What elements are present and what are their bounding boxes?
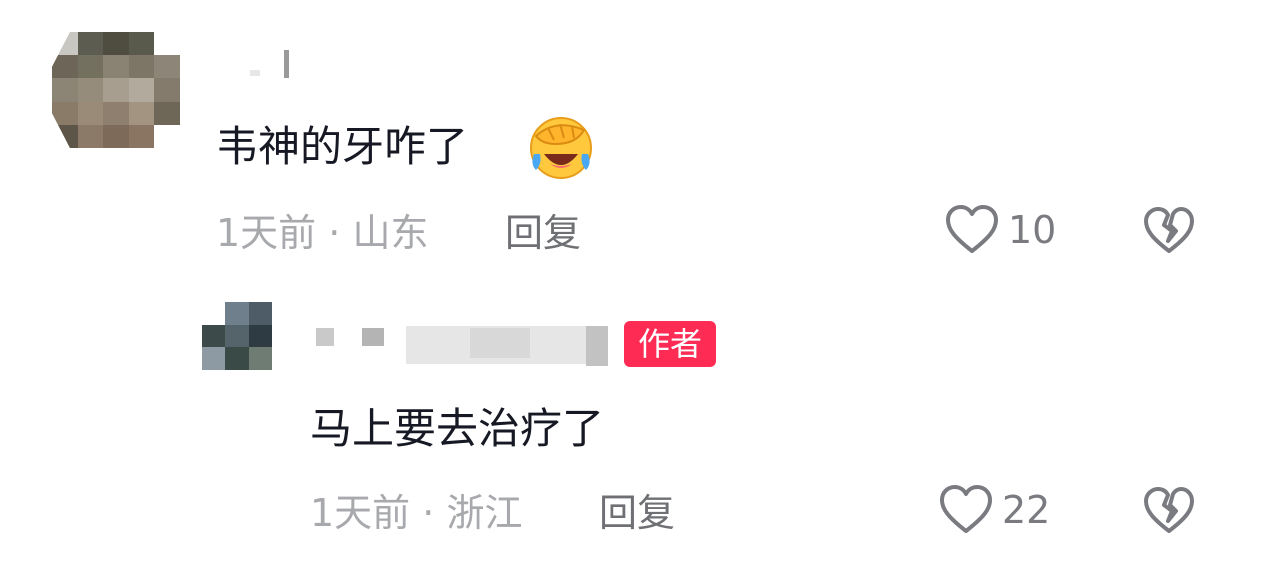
comment-time: 1天前: [310, 491, 411, 535]
broken-heart-icon[interactable]: [1142, 485, 1196, 537]
comment-location: 浙江: [446, 491, 523, 535]
like-count: 10: [1008, 208, 1057, 252]
like-button[interactable]: 22: [938, 483, 1050, 537]
comment-text: 韦神的牙咋了: [216, 122, 469, 171]
laughing-crying-emoji-icon: [530, 117, 592, 179]
reply-button[interactable]: 回复: [505, 214, 581, 252]
comment-location: 山东: [352, 211, 429, 255]
like-button[interactable]: 10: [944, 203, 1056, 257]
heart-outline-icon: [946, 205, 998, 253]
meta-separator: ·: [328, 211, 341, 255]
comment-time: 1天前: [216, 211, 317, 255]
like-count: 22: [1002, 488, 1051, 532]
avatar[interactable]: [202, 302, 272, 370]
author-badge: 作者: [624, 321, 717, 367]
broken-heart-icon[interactable]: [1142, 205, 1196, 257]
meta-separator: ·: [422, 491, 435, 535]
heart-outline-icon: [940, 485, 992, 533]
reply-button[interactable]: 回复: [599, 494, 675, 532]
comment-text: 马上要去治疗了: [310, 404, 605, 453]
comment-meta: 1天前 · 浙江: [310, 494, 522, 532]
avatar[interactable]: [52, 32, 180, 148]
comment-meta: 1天前 · 山东: [216, 214, 428, 252]
